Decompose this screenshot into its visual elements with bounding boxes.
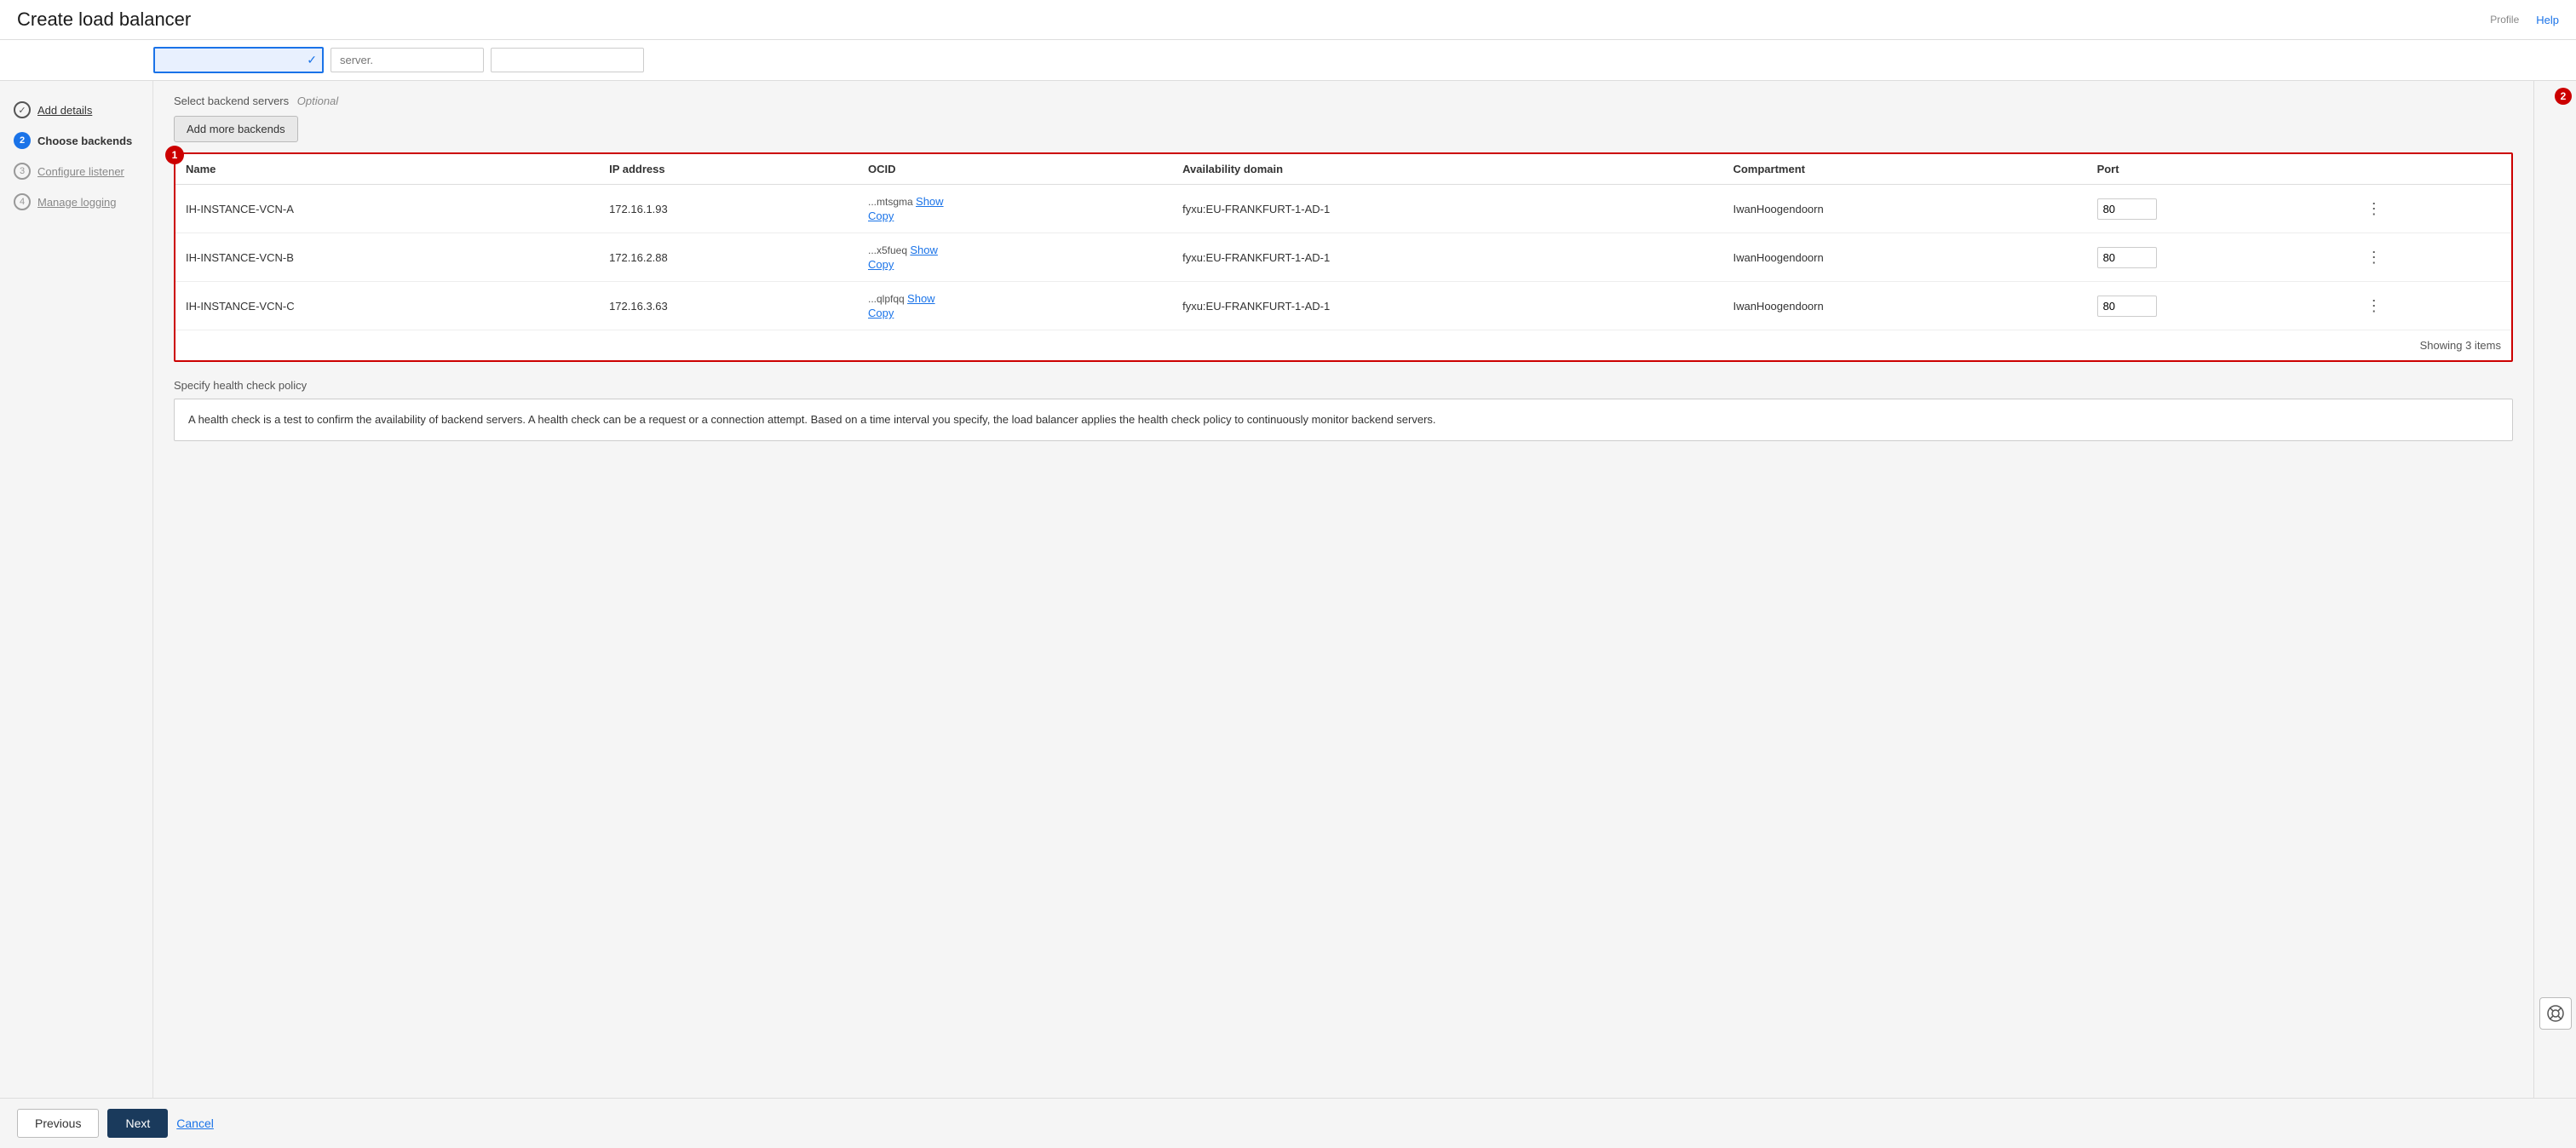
top-input-row: ✓ [153,47,2556,73]
checkmark-icon: ✓ [307,53,317,67]
step-icon-1: ✓ [14,101,31,118]
row3-name: IH-INSTANCE-VCN-C [175,282,599,330]
col-header-actions [2349,154,2511,185]
previous-button[interactable]: Previous [17,1109,99,1138]
top-input-bar: ✓ [0,40,2576,81]
help-link[interactable]: Help [2536,14,2559,26]
table-row: IH-INSTANCE-VCN-A 172.16.1.93 ...mtsgma … [175,185,2511,233]
health-check-section: Specify health check policy A health che… [174,379,2513,441]
sidebar-label-choose-backends: Choose backends [37,135,132,147]
lifebuoy-icon [2546,1004,2565,1023]
sidebar: ✓ Add details 2 Choose backends 3 Config… [0,81,153,1098]
right-panel: 2 [2533,81,2576,1098]
step-icon-2: 2 [14,132,31,149]
col-header-name: Name [175,154,599,185]
row3-ip: 172.16.3.63 [599,282,858,330]
row1-port-input[interactable] [2097,198,2157,220]
cancel-button[interactable]: Cancel [176,1116,214,1130]
row2-ip: 172.16.2.88 [599,233,858,282]
row1-show-button[interactable]: Show [916,195,944,208]
right-sidebar-badge: 2 [2555,88,2572,105]
top-server-input[interactable] [331,48,484,72]
col-header-ocid: OCID [858,154,1172,185]
row2-menu-button[interactable]: ⋮ [2360,245,2389,270]
row3-menu-button[interactable]: ⋮ [2360,294,2389,319]
top-input-1[interactable] [153,47,324,73]
row3-availability: fyxu:EU-FRANKFURT-1-AD-1 [1172,282,1722,330]
row3-show-button[interactable]: Show [907,292,935,305]
row2-availability: fyxu:EU-FRANKFURT-1-AD-1 [1172,233,1722,282]
table-row: IH-INSTANCE-VCN-B 172.16.2.88 ...x5fueq … [175,233,2511,282]
row1-menu-button[interactable]: ⋮ [2360,197,2389,221]
top-bar: Create load balancer Profile Help [0,0,2576,40]
row2-port-input[interactable] [2097,247,2157,268]
sidebar-label-add-details: Add details [37,104,92,117]
showing-items: Showing 3 items [175,330,2511,360]
optional-text: Optional [297,95,338,107]
row3-menu: ⋮ [2349,282,2511,330]
step-icon-4: 4 [14,193,31,210]
content-area: Select backend servers Optional Add more… [153,81,2533,1098]
sidebar-item-choose-backends[interactable]: 2 Choose backends [0,125,152,156]
row1-menu: ⋮ [2349,185,2511,233]
row3-copy-button[interactable]: Copy [868,307,1162,319]
sidebar-item-manage-logging[interactable]: 4 Manage logging [0,187,152,217]
col-header-port: Port [2087,154,2349,185]
backends-section-label: Select backend servers Optional [174,95,2513,107]
next-button[interactable]: Next [107,1109,168,1138]
row2-name: IH-INSTANCE-VCN-B [175,233,599,282]
row2-menu: ⋮ [2349,233,2511,282]
row1-ip: 172.16.1.93 [599,185,858,233]
add-more-backends-button[interactable]: Add more backends [174,116,298,142]
row3-ocid-short: ...qlpfqq Show [868,292,1162,305]
row1-port [2087,185,2349,233]
row2-ocid-short: ...x5fueq Show [868,244,1162,256]
row1-availability: fyxu:EU-FRANKFURT-1-AD-1 [1172,185,1722,233]
page-title: Create load balancer [17,9,191,31]
row1-ocid-short: ...mtsgma Show [868,195,1162,208]
row1-name: IH-INSTANCE-VCN-A [175,185,599,233]
row3-ocid-actions: ...qlpfqq Show Copy [868,292,1162,319]
row1-copy-button[interactable]: Copy [868,210,1162,222]
health-check-label: Specify health check policy [174,379,2513,392]
backends-table: Name IP address OCID Availability domain… [175,154,2511,330]
row1-ocid-actions: ...mtsgma Show Copy [868,195,1162,222]
health-check-description: A health check is a test to confirm the … [174,399,2513,441]
row2-compartment: IwanHoogendoorn [1722,233,2086,282]
top-right-actions: Profile Help [2490,14,2559,26]
row2-ocid-actions: ...x5fueq Show Copy [868,244,1162,271]
row2-show-button[interactable]: Show [910,244,938,256]
profile-label: Profile [2490,14,2519,26]
sidebar-label-manage-logging: Manage logging [37,196,117,209]
row2-port [2087,233,2349,282]
row3-port [2087,282,2349,330]
sidebar-label-configure-listener: Configure listener [37,165,124,178]
row2-copy-button[interactable]: Copy [868,258,1162,271]
row3-ocid: ...qlpfqq Show Copy [858,282,1172,330]
top-extra-input[interactable] [491,48,644,72]
step-icon-3: 3 [14,163,31,180]
col-header-availability: Availability domain [1172,154,1722,185]
row2-ocid: ...x5fueq Show Copy [858,233,1172,282]
backends-table-wrapper: 1 Name IP address OCID Availability doma… [174,152,2513,362]
bottom-bar: Previous Next Cancel [0,1098,2576,1148]
row3-port-input[interactable] [2097,296,2157,317]
step-badge-1: 1 [165,146,184,164]
row1-ocid: ...mtsgma Show Copy [858,185,1172,233]
help-widget-button[interactable] [2539,997,2572,1030]
col-header-compartment: Compartment [1722,154,2086,185]
row3-compartment: IwanHoogendoorn [1722,282,2086,330]
sidebar-item-add-details[interactable]: ✓ Add details [0,95,152,125]
col-header-ip: IP address [599,154,858,185]
row1-compartment: IwanHoogendoorn [1722,185,2086,233]
sidebar-item-configure-listener[interactable]: 3 Configure listener [0,156,152,187]
main-layout: ✓ Add details 2 Choose backends 3 Config… [0,81,2576,1098]
table-row: IH-INSTANCE-VCN-C 172.16.3.63 ...qlpfqq … [175,282,2511,330]
